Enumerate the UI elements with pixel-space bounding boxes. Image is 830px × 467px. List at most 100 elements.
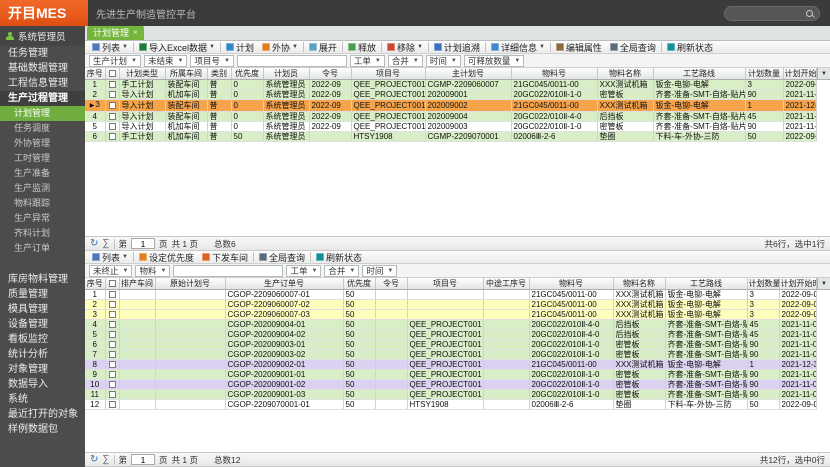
column-header[interactable]: 计划类型 bbox=[119, 68, 165, 80]
row-checkbox[interactable] bbox=[109, 391, 116, 398]
search-input[interactable] bbox=[731, 7, 807, 20]
sidebar-item[interactable]: 基础数据管理 bbox=[0, 61, 85, 76]
row-select-cell[interactable] bbox=[105, 380, 119, 390]
row-checkbox[interactable] bbox=[109, 113, 116, 120]
column-header[interactable]: 物料号 bbox=[511, 68, 597, 80]
column-header[interactable]: 工艺路线 bbox=[653, 68, 745, 80]
sidebar-item[interactable]: 工时管理 bbox=[0, 151, 85, 166]
row-checkbox[interactable] bbox=[109, 102, 116, 109]
row-select-cell[interactable] bbox=[105, 330, 119, 340]
sidebar-item[interactable]: 生产监测 bbox=[0, 181, 85, 196]
edit-props-button[interactable]: 编辑属性 bbox=[552, 41, 606, 53]
row-checkbox[interactable] bbox=[109, 401, 116, 408]
column-header[interactable]: 所属车间 bbox=[165, 68, 207, 80]
column-header[interactable]: 原始计划号 bbox=[155, 278, 225, 290]
row-select-cell[interactable] bbox=[105, 300, 119, 310]
column-header[interactable]: 生产订单号 bbox=[225, 278, 343, 290]
summary-icon[interactable]: ∑ bbox=[102, 455, 109, 465]
column-header[interactable]: 计划开始时间 bbox=[783, 68, 817, 80]
page-input[interactable] bbox=[131, 454, 155, 465]
table-row[interactable]: 1手工计划装配车间普0系统管理员2022-09QEE_PROJECT001CGM… bbox=[85, 80, 817, 90]
sidebar-item[interactable]: 生产准备 bbox=[0, 166, 85, 181]
table-row[interactable]: 2导入计划机加车间普0系统管理员2022-09QEE_PROJECT001202… bbox=[85, 90, 817, 100]
sidebar-item[interactable]: 对象管理 bbox=[0, 362, 85, 377]
row-select-cell[interactable] bbox=[105, 310, 119, 320]
table-row[interactable]: 9CGOP-202009001-0150QEE_PROJECT00120GC02… bbox=[85, 370, 817, 380]
releasable-qty-select[interactable]: 可释放数量▼ bbox=[464, 55, 524, 67]
list-button[interactable]: 列表▼ bbox=[88, 251, 132, 263]
time-select[interactable]: 时间▼ bbox=[362, 265, 397, 277]
time-select[interactable]: 时间▼ bbox=[426, 55, 461, 67]
row-checkbox[interactable] bbox=[109, 311, 116, 318]
sidebar-item[interactable]: 质量管理 bbox=[0, 287, 85, 302]
table-row[interactable]: ▶3导入计划装配车间普0系统管理员2022-09QEE_PROJECT00120… bbox=[85, 100, 817, 112]
filter-input[interactable] bbox=[173, 265, 283, 277]
sidebar-item[interactable]: 看板监控 bbox=[0, 332, 85, 347]
column-header[interactable]: 工艺路线 bbox=[665, 278, 747, 290]
row-select-cell[interactable] bbox=[105, 400, 119, 410]
sidebar-item[interactable]: 最近打开的对象 bbox=[0, 407, 85, 422]
global-search-button[interactable]: 全局查询 bbox=[255, 251, 309, 263]
row-select-cell[interactable] bbox=[105, 80, 119, 90]
row-checkbox[interactable] bbox=[109, 81, 116, 88]
row-checkbox[interactable] bbox=[109, 301, 116, 308]
sidebar-item[interactable]: 生产异常 bbox=[0, 211, 85, 226]
row-checkbox[interactable] bbox=[109, 133, 116, 140]
row-checkbox[interactable] bbox=[109, 91, 116, 98]
row-select-cell[interactable] bbox=[105, 370, 119, 380]
sidebar-item[interactable]: 样例数据包 bbox=[0, 422, 85, 437]
import-excel-button[interactable]: 导入Excel数据▼ bbox=[135, 41, 219, 53]
table-row[interactable]: 5CGOP-202009004-0250QEE_PROJECT00120GC02… bbox=[85, 330, 817, 340]
table-row[interactable]: 5导入计划机加车间普0系统管理员2022-09QEE_PROJECT001202… bbox=[85, 122, 817, 132]
column-header[interactable]: 物料名称 bbox=[613, 278, 665, 290]
row-select-cell[interactable] bbox=[105, 112, 119, 122]
table-row[interactable]: 6手工计划机加车间普50系统管理员HTSY1908CGMP-2209070001… bbox=[85, 132, 817, 142]
table-row[interactable]: 2CGOP-2209060007-025021GC045/0011-00XXX测… bbox=[85, 300, 817, 310]
plan-trace-button[interactable]: 计划追溯 bbox=[430, 41, 484, 53]
row-select-cell[interactable] bbox=[105, 350, 119, 360]
column-header[interactable]: 物料名称 bbox=[597, 68, 653, 80]
row-checkbox[interactable] bbox=[109, 361, 116, 368]
row-select-cell[interactable] bbox=[105, 90, 119, 100]
column-header[interactable]: 优先度 bbox=[343, 278, 375, 290]
select-all-checkbox[interactable] bbox=[105, 68, 119, 80]
sidebar-item[interactable]: 齐料计划 bbox=[0, 226, 85, 241]
column-header[interactable]: 计划数量 bbox=[745, 68, 783, 80]
new-plan-button[interactable]: 计划 bbox=[222, 41, 258, 53]
table-row[interactable]: 8CGOP-202009002-0150QEE_PROJECT00121GC04… bbox=[85, 360, 817, 370]
sidebar-item[interactable]: 统计分析 bbox=[0, 347, 85, 362]
table-row[interactable]: 7CGOP-202009003-0250QEE_PROJECT00120GC02… bbox=[85, 350, 817, 360]
tab-plan-management[interactable]: 计划管理 × bbox=[87, 26, 144, 40]
row-checkbox[interactable] bbox=[109, 123, 116, 130]
row-select-cell[interactable] bbox=[105, 390, 119, 400]
column-header[interactable]: 项目号 bbox=[407, 278, 483, 290]
row-select-cell[interactable] bbox=[105, 100, 119, 112]
merge-select[interactable]: 合并▼ bbox=[388, 55, 423, 67]
field-select[interactable]: 项目号▼ bbox=[190, 55, 233, 67]
row-select-cell[interactable] bbox=[105, 340, 119, 350]
workorder-select[interactable]: 工单▼ bbox=[350, 55, 385, 67]
state-select[interactable]: 未结束▼ bbox=[144, 55, 187, 67]
table-row[interactable]: 1CGOP-2209060007-015021GC045/0011-00XXX测… bbox=[85, 290, 817, 300]
sidebar-item[interactable]: 工程信息管理 bbox=[0, 76, 85, 91]
global-search-button[interactable]: 全局查询 bbox=[606, 41, 660, 53]
plan-type-select[interactable]: 生产计划▼ bbox=[89, 55, 141, 67]
column-header[interactable]: 主计划号 bbox=[425, 68, 511, 80]
row-select-cell[interactable] bbox=[105, 122, 119, 132]
column-header[interactable]: 序号 bbox=[85, 68, 105, 80]
release-button[interactable]: 释放 bbox=[344, 41, 380, 53]
table-row[interactable]: 11CGOP-202009001-0350QEE_PROJECT00120GC0… bbox=[85, 390, 817, 400]
sidebar-item[interactable]: 外协管理 bbox=[0, 136, 85, 151]
sidebar-item[interactable]: 任务管理 bbox=[0, 46, 85, 61]
table-row[interactable]: 6CGOP-202009003-0150QEE_PROJECT00120GC02… bbox=[85, 340, 817, 350]
outsource-button[interactable]: 外协▼ bbox=[258, 41, 302, 53]
set-priority-button[interactable]: 设定优先度 bbox=[135, 251, 198, 263]
column-header[interactable]: 令号 bbox=[309, 68, 351, 80]
row-checkbox[interactable] bbox=[109, 371, 116, 378]
column-header[interactable]: 令号 bbox=[375, 278, 407, 290]
sidebar-item-selected[interactable]: 计划管理 bbox=[0, 106, 85, 121]
row-select-cell[interactable] bbox=[105, 290, 119, 300]
table-row[interactable]: 10CGOP-202009001-0250QEE_PROJECT00120GC0… bbox=[85, 380, 817, 390]
row-checkbox[interactable] bbox=[109, 341, 116, 348]
merge-select[interactable]: 合并▼ bbox=[324, 265, 359, 277]
